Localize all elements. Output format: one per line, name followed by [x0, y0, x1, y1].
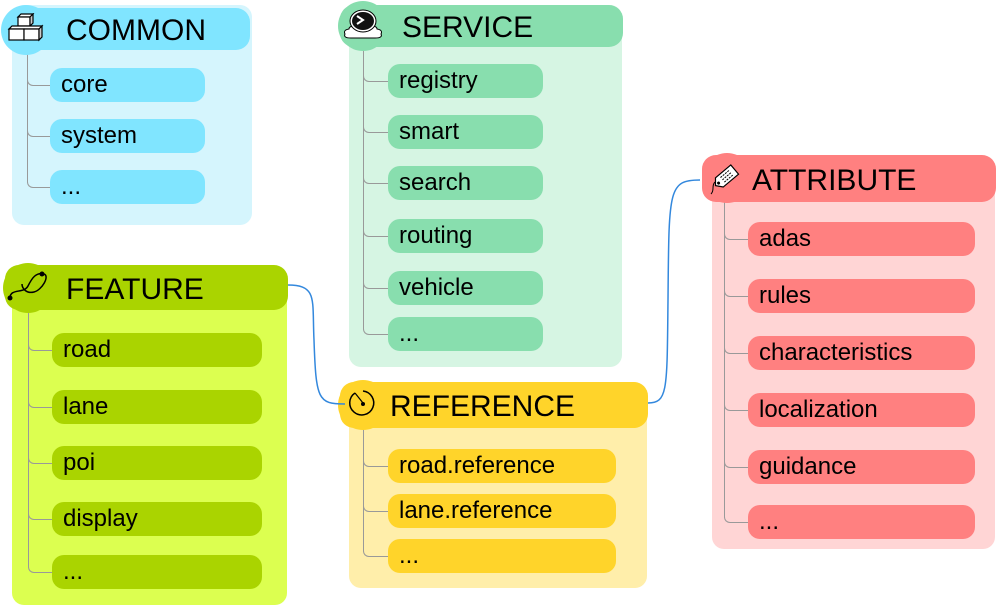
group-title[interactable]: REFERENCE [390, 392, 575, 422]
tree-connector [28, 416, 53, 464]
terminal-cloud-icon [341, 6, 385, 47]
group-title[interactable]: ATTRIBUTE [752, 165, 916, 196]
group-title[interactable]: FEATURE [66, 274, 204, 305]
group-item[interactable]: lane [52, 390, 262, 424]
tree-connector [363, 241, 389, 289]
curve-path-icon [6, 266, 50, 311]
tree-connector [28, 525, 53, 573]
connector-reference-to-attribute [647, 179, 701, 404]
group-item[interactable]: poi [52, 446, 262, 480]
icon-circle [3, 263, 53, 313]
tree-connector [724, 249, 749, 297]
tree-connector [27, 50, 51, 86]
tree-connector [363, 428, 389, 467]
group-item[interactable]: ... [52, 555, 262, 589]
group-title[interactable]: COMMON [66, 16, 206, 46]
group-title[interactable]: SERVICE [402, 13, 533, 43]
circular-arrow-icon [347, 387, 379, 424]
tree-connector [724, 420, 749, 468]
tree-connector [363, 47, 389, 82]
group-item[interactable]: vehicle [388, 271, 543, 305]
group-item[interactable]: characteristics [748, 336, 975, 370]
group-item[interactable]: localization [748, 393, 975, 427]
icon-circle [1, 5, 51, 55]
tree-connector [28, 310, 53, 351]
group-item[interactable]: rules [748, 279, 975, 313]
icon-circle [338, 380, 388, 430]
tree-connector [724, 475, 749, 523]
tree-connector [27, 140, 51, 188]
group-item[interactable]: ... [388, 539, 616, 573]
tree-connector [363, 466, 389, 512]
group-item[interactable]: search [388, 166, 543, 200]
icon-circle [702, 153, 752, 203]
group-item[interactable]: adas [748, 222, 975, 256]
icon-circle [338, 1, 388, 51]
group-item[interactable]: smart [388, 115, 543, 149]
group-item[interactable]: guidance [748, 450, 975, 484]
group-item[interactable]: ... [388, 317, 543, 351]
tree-connector [363, 136, 389, 184]
tag-icon [707, 156, 747, 201]
group-item[interactable]: lane.reference [388, 494, 616, 528]
group-item[interactable]: ... [748, 505, 975, 539]
tree-connector [27, 89, 51, 137]
tree-connector [363, 288, 389, 335]
group-item[interactable]: ... [50, 170, 205, 204]
group-item[interactable]: display [52, 502, 262, 536]
tree-connector [724, 306, 749, 354]
group-item[interactable]: road.reference [388, 449, 616, 483]
group-item[interactable]: core [50, 68, 205, 102]
tree-connector [28, 360, 53, 408]
group-item[interactable]: routing [388, 219, 543, 253]
connector-feature-to-reference [287, 284, 346, 405]
group-item[interactable]: system [50, 119, 205, 153]
tree-connector [724, 202, 749, 240]
group-item[interactable]: road [52, 333, 262, 367]
group-item[interactable]: registry [388, 64, 543, 98]
tree-connector [363, 85, 389, 133]
tree-connector [28, 472, 53, 520]
blocks-icon [6, 12, 46, 48]
tree-connector [363, 511, 389, 557]
tree-connector [363, 189, 389, 237]
tree-connector [724, 363, 749, 411]
